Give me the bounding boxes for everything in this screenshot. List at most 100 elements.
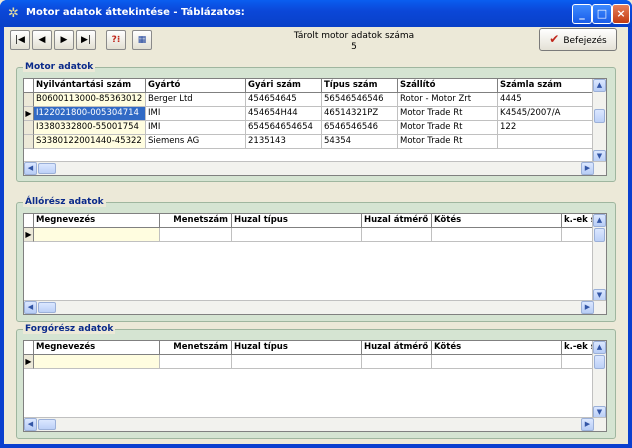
col-szallito[interactable]: Szállító (398, 79, 498, 93)
table-view-icon[interactable]: ▦ (132, 30, 152, 50)
table-cell[interactable]: IMI (146, 107, 246, 121)
table-cell[interactable]: Motor Trade Rt (398, 135, 498, 149)
table-cell[interactable] (160, 355, 232, 369)
finish-label: Befejezés (563, 36, 607, 46)
table-cell[interactable]: 46514321PZ (322, 107, 398, 121)
scroll-thumb[interactable] (594, 228, 605, 242)
table-cell[interactable] (34, 228, 160, 242)
table-cell[interactable]: Siemens AG (146, 135, 246, 149)
col-gyari-szam[interactable]: Gyári szám (246, 79, 322, 93)
table-cell[interactable]: 122 (498, 121, 594, 135)
scroll-thumb[interactable] (594, 109, 605, 123)
motor-group-label: Motor adatok (23, 62, 96, 72)
table-cell[interactable]: 654564654654 (246, 121, 322, 135)
vertical-scrollbar[interactable]: ▲ ▼ (592, 341, 606, 419)
scroll-left-icon[interactable]: ◀ (24, 418, 37, 431)
scroll-thumb[interactable] (594, 355, 605, 369)
col-kotes[interactable]: Kötés (432, 214, 562, 228)
col-szamla-szam[interactable]: Számla szám (498, 79, 594, 93)
table-cell[interactable]: Rotor - Motor Zrt (398, 93, 498, 107)
col-k-ek[interactable]: k.-ek s (562, 214, 594, 228)
horizontal-scrollbar[interactable]: ◀ ▶ (24, 417, 606, 431)
row-indicator-header (24, 341, 34, 355)
scroll-right-icon[interactable]: ▶ (581, 301, 594, 314)
table-cell[interactable]: Motor Trade Rt (398, 107, 498, 121)
last-record-button[interactable]: ▶| (76, 30, 96, 50)
current-row-arrow-icon[interactable]: ▶ (24, 228, 34, 242)
table-cell[interactable] (432, 228, 562, 242)
table-cell[interactable] (432, 355, 562, 369)
scroll-left-icon[interactable]: ◀ (24, 162, 37, 175)
table-cell[interactable] (562, 355, 594, 369)
rotor-data-grid[interactable]: Megnevezés Menetszám Huzal típus Huzal á… (23, 340, 607, 432)
motor-data-grid[interactable]: Nyilvántartási szám Gyártó Gyári szám Tí… (23, 78, 607, 176)
first-record-button[interactable]: |◀ (10, 30, 30, 50)
table-cell-selected[interactable]: I122021800-005304714 (34, 107, 146, 121)
col-k-ek[interactable]: k.-ek s (562, 341, 594, 355)
scroll-up-icon[interactable]: ▲ (593, 79, 606, 92)
table-cell[interactable] (362, 355, 432, 369)
horizontal-scrollbar[interactable]: ◀ ▶ (24, 300, 606, 314)
table-cell[interactable] (34, 355, 160, 369)
search-icon[interactable]: ?⁝ (106, 30, 126, 50)
horizontal-scrollbar[interactable]: ◀ ▶ (24, 161, 606, 175)
maximize-button[interactable]: □ (592, 4, 612, 24)
app-icon: ✲ (8, 6, 19, 21)
table-cell[interactable]: 56546546546 (322, 93, 398, 107)
table-cell[interactable]: S3380122001440-45322 (34, 135, 146, 149)
scroll-thumb[interactable] (38, 302, 56, 313)
col-huzal-atmero[interactable]: Huzal átmérő (362, 214, 432, 228)
scroll-thumb[interactable] (38, 163, 56, 174)
row-indicator[interactable] (24, 121, 34, 135)
table-cell[interactable]: Motor Trade Rt (398, 121, 498, 135)
table-cell[interactable] (498, 135, 594, 149)
table-cell[interactable]: I3380332800-55001754 (34, 121, 146, 135)
current-row-arrow-icon[interactable]: ▶ (24, 355, 34, 369)
table-cell[interactable]: 454654645 (246, 93, 322, 107)
finish-button[interactable]: ✔ Befejezés (539, 28, 617, 51)
scroll-right-icon[interactable]: ▶ (581, 418, 594, 431)
col-gyarto[interactable]: Gyártó (146, 79, 246, 93)
stator-data-grid[interactable]: Megnevezés Menetszám Huzal típus Huzal á… (23, 213, 607, 315)
col-huzal-tipus[interactable]: Huzal típus (232, 214, 362, 228)
next-record-button[interactable]: ▶ (54, 30, 74, 50)
table-cell[interactable]: Berger Ltd (146, 93, 246, 107)
col-megnevezes[interactable]: Megnevezés (34, 341, 160, 355)
table-cell[interactable]: 6546546546 (322, 121, 398, 135)
close-button[interactable]: × (612, 4, 630, 24)
vertical-scrollbar[interactable]: ▲ ▼ (592, 214, 606, 302)
col-nyilvantartasi-szam[interactable]: Nyilvántartási szám (34, 79, 146, 93)
vertical-scrollbar[interactable]: ▲ ▼ (592, 79, 606, 163)
table-cell[interactable]: 454654H44 (246, 107, 322, 121)
scroll-up-icon[interactable]: ▲ (593, 341, 606, 354)
table-cell[interactable]: 54354 (322, 135, 398, 149)
minimize-button[interactable]: _ (572, 4, 592, 24)
row-indicator-header (24, 214, 34, 228)
scroll-up-icon[interactable]: ▲ (593, 214, 606, 227)
col-menetszam[interactable]: Menetszám (160, 214, 232, 228)
table-cell[interactable] (562, 228, 594, 242)
title-bar[interactable]: ✲ Motor adatok áttekintése - Táblázatos:… (0, 0, 632, 27)
table-cell[interactable] (232, 355, 362, 369)
table-cell[interactable]: 2135143 (246, 135, 322, 149)
col-menetszam[interactable]: Menetszám (160, 341, 232, 355)
table-cell[interactable] (362, 228, 432, 242)
col-huzal-tipus[interactable]: Huzal típus (232, 341, 362, 355)
table-cell[interactable]: K4545/2007/A (498, 107, 594, 121)
table-cell[interactable]: IMI (146, 121, 246, 135)
col-megnevezes[interactable]: Megnevezés (34, 214, 160, 228)
row-indicator[interactable] (24, 93, 34, 107)
table-cell[interactable]: 4445 (498, 93, 594, 107)
row-indicator[interactable] (24, 135, 34, 149)
current-row-arrow-icon[interactable]: ▶ (24, 107, 34, 121)
table-cell[interactable] (232, 228, 362, 242)
table-cell[interactable] (160, 228, 232, 242)
prev-record-button[interactable]: ◀ (32, 30, 52, 50)
scroll-left-icon[interactable]: ◀ (24, 301, 37, 314)
col-huzal-atmero[interactable]: Huzal átmérő (362, 341, 432, 355)
scroll-right-icon[interactable]: ▶ (581, 162, 594, 175)
col-kotes[interactable]: Kötés (432, 341, 562, 355)
scroll-thumb[interactable] (38, 419, 56, 430)
col-tipus-szam[interactable]: Típus szám (322, 79, 398, 93)
table-cell[interactable]: B0600113000-85363012 (34, 93, 146, 107)
